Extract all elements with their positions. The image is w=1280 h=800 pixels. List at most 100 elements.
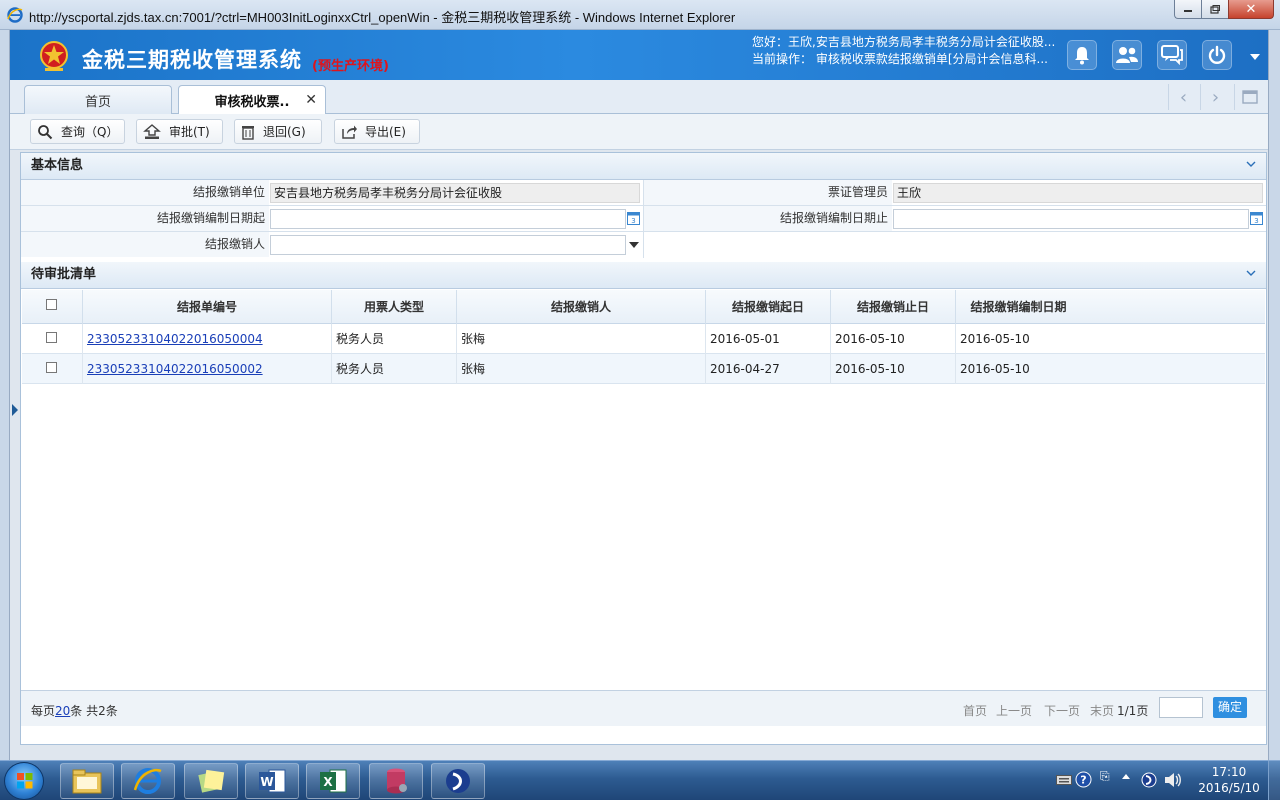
row-checkbox[interactable]: [46, 332, 57, 343]
system-clock[interactable]: 17:10 2016/5/10: [1192, 764, 1266, 796]
person-label: 结报缴销人: [21, 232, 269, 257]
tab-active-label: 审核税收票..: [214, 95, 290, 110]
prepared-date-cell: 2016-05-10: [960, 332, 1030, 346]
messages-button[interactable]: [1157, 40, 1187, 70]
tab-home[interactable]: 首页: [24, 85, 172, 114]
approve-button[interactable]: 审批(T): [136, 119, 223, 144]
app2-taskbar-button[interactable]: [431, 763, 485, 799]
basic-info-header[interactable]: 基本信息: [21, 153, 1266, 180]
pending-list-header[interactable]: 待审批清单: [21, 262, 1266, 289]
receipt-id-link[interactable]: 23305233104022016050004: [87, 332, 263, 346]
prev-page-button[interactable]: 上一页: [996, 702, 1032, 719]
app-taskbar-button[interactable]: [184, 763, 238, 799]
date-from-field[interactable]: [270, 209, 626, 229]
users-icon: [1116, 47, 1138, 63]
approve-icon: [143, 123, 161, 139]
column-header[interactable]: 结报缴销起日: [706, 290, 831, 324]
keyboard-icon[interactable]: [1056, 774, 1072, 786]
chevron-down-icon[interactable]: [1246, 268, 1256, 278]
table-row[interactable]: 23305233104022016050002 税务人员 张梅 2016-04-…: [22, 354, 1265, 384]
explorer-taskbar-button[interactable]: [60, 763, 114, 799]
page-number-input[interactable]: [1159, 697, 1203, 718]
svg-text:3: 3: [1254, 217, 1258, 225]
select-all-checkbox[interactable]: [46, 299, 57, 310]
next-page-button[interactable]: 下一页: [1044, 702, 1080, 719]
calendar-icon[interactable]: 3: [1250, 211, 1263, 225]
receipt-id-link[interactable]: 23305233104022016050002: [87, 362, 263, 376]
logout-button[interactable]: [1202, 40, 1232, 70]
chevron-down-icon[interactable]: [1246, 159, 1256, 169]
start-date-cell: 2016-05-01: [706, 324, 831, 354]
help-icon[interactable]: ?: [1075, 771, 1092, 788]
page-size-link[interactable]: 20: [55, 704, 70, 718]
export-button[interactable]: 导出(E): [334, 119, 420, 144]
chevron-down-icon[interactable]: [629, 242, 639, 248]
word-icon: W: [259, 769, 286, 793]
form-row: 结报缴销编制日期起 3 结报缴销编制日期止 3: [21, 206, 1266, 232]
start-button[interactable]: [4, 762, 44, 800]
basic-info-title: 基本信息: [31, 158, 84, 173]
chat-icon: [1161, 45, 1183, 65]
clock-date: 2016/5/10: [1198, 781, 1260, 795]
show-hidden-icons-icon[interactable]: [1122, 774, 1130, 779]
ie-taskbar-button[interactable]: [121, 763, 175, 799]
tab-home-label: 首页: [84, 94, 111, 110]
svg-text:?: ?: [1080, 774, 1086, 787]
pagination-bar: 每页20条 共2条 首页 上一页 下一页 末页 1/1页 确定: [21, 690, 1266, 726]
word-taskbar-button[interactable]: W: [245, 763, 299, 799]
clock-time: 17:10: [1211, 765, 1247, 779]
tab-close-icon[interactable]: ✕: [305, 92, 317, 108]
volume-icon[interactable]: [1164, 772, 1182, 788]
toolbar: 查询（Q） 审批(T) 退回(G) 导出(E): [10, 114, 1268, 150]
taskbar: W X ? ⎘ 17:10 2016/5/10: [0, 760, 1280, 800]
column-header[interactable]: 结报缴销人: [457, 290, 706, 324]
minimize-button[interactable]: [1174, 0, 1201, 19]
database-taskbar-button[interactable]: [369, 763, 423, 799]
app-title: 金税三期税收管理系统: [82, 48, 302, 72]
type-cell: 税务人员: [332, 354, 457, 384]
pen-icon[interactable]: ⎘: [1100, 769, 1110, 784]
last-page-button[interactable]: 末页: [1090, 702, 1114, 719]
header-menu-dropdown-icon[interactable]: [1250, 54, 1260, 60]
column-header[interactable]: 结报缴销编制日期: [956, 290, 1081, 324]
tab-scroll-right-button[interactable]: ›: [1200, 84, 1230, 110]
close-window-button[interactable]: ✕: [1228, 0, 1274, 19]
first-page-button[interactable]: 首页: [963, 702, 987, 719]
column-header[interactable]: 结报缴销止日: [831, 290, 956, 324]
query-button[interactable]: 查询（Q）: [30, 119, 125, 144]
confirm-page-button[interactable]: 确定: [1213, 697, 1247, 718]
tab-audit-tax-receipt[interactable]: 审核税收票.. ✕: [178, 85, 326, 115]
return-button[interactable]: 退回(G): [234, 119, 322, 144]
person-cell: 张梅: [457, 354, 706, 384]
notification-button[interactable]: [1067, 40, 1097, 70]
ie-icon: [133, 768, 162, 794]
expand-sidebar-icon[interactable]: [12, 404, 18, 416]
row-select-cell: [22, 324, 83, 354]
person-select[interactable]: [270, 235, 626, 255]
bell-icon: [1075, 47, 1089, 65]
excel-taskbar-button[interactable]: X: [306, 763, 360, 799]
table-row[interactable]: 23305233104022016050004 税务人员 张梅 2016-05-…: [22, 324, 1265, 354]
calendar-icon[interactable]: 3: [627, 211, 640, 225]
network-icon[interactable]: [1141, 772, 1157, 788]
column-header[interactable]: 用票人类型: [332, 290, 457, 324]
row-checkbox[interactable]: [46, 362, 57, 373]
end-date-cell: 2016-05-10: [831, 354, 956, 384]
export-icon: [342, 125, 357, 139]
excel-icon: X: [320, 769, 347, 793]
show-desktop-button[interactable]: [1268, 761, 1280, 800]
per-page-prefix: 每页: [31, 704, 56, 718]
contacts-button[interactable]: [1112, 40, 1142, 70]
content-footer: [21, 726, 1266, 744]
id-cell: 23305233104022016050002: [83, 354, 332, 384]
windows-logo-icon: [17, 773, 33, 789]
tab-scroll-left-button[interactable]: ‹: [1168, 84, 1198, 110]
database-icon: [387, 768, 407, 794]
column-header[interactable]: 结报单编号: [83, 290, 332, 324]
chevron-left-icon: ‹: [1179, 86, 1188, 108]
tax-emblem-logo: [40, 41, 68, 71]
tab-maximize-button[interactable]: [1234, 84, 1264, 110]
maximize-button[interactable]: [1201, 0, 1228, 19]
app-icon: [446, 769, 470, 793]
date-to-field[interactable]: [893, 209, 1249, 229]
